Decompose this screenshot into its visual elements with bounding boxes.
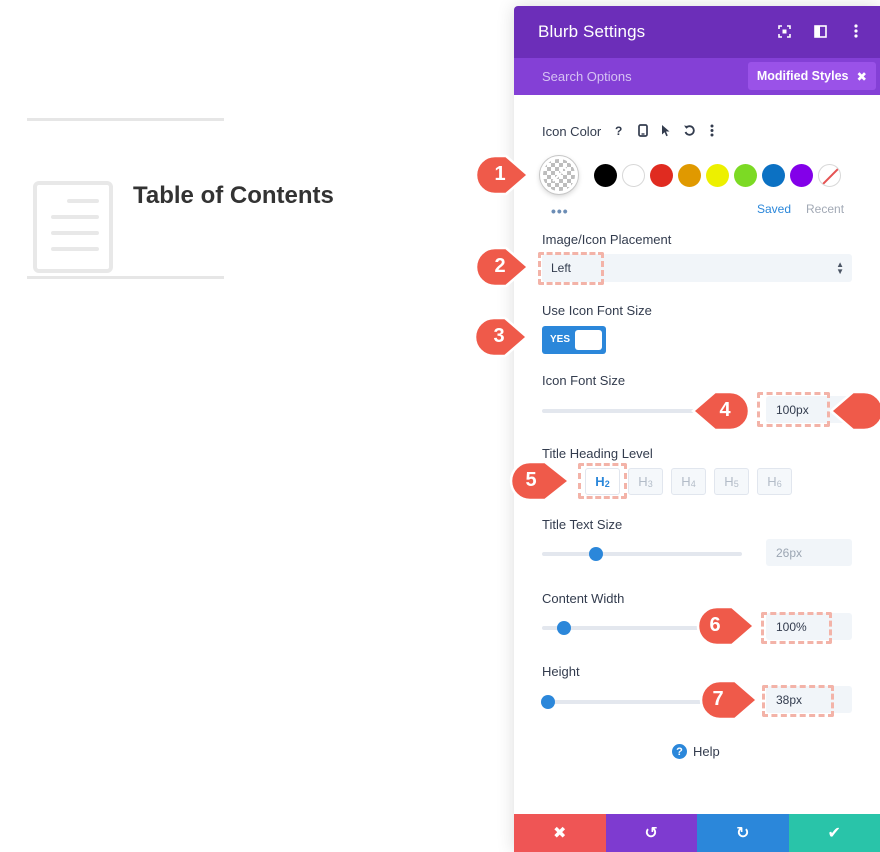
callout-number: 4 — [719, 399, 731, 421]
help-link[interactable]: ? Help — [672, 744, 720, 759]
use-icon-font-size-label: Use Icon Font Size — [542, 303, 652, 318]
hover-cursor-icon[interactable] — [659, 123, 673, 137]
more-options-icon[interactable] — [848, 23, 864, 39]
callout-6: 6 — [690, 603, 756, 649]
more-icon[interactable] — [705, 123, 719, 137]
close-icon: ✖ — [553, 825, 567, 842]
title-text-size-input[interactable]: 26px — [766, 539, 852, 566]
title-text-size-slider[interactable] — [542, 547, 742, 561]
color-swatch[interactable] — [762, 164, 785, 187]
placement-label: Image/Icon Placement — [542, 232, 672, 247]
modified-styles-button[interactable]: Modified Styles ✖ — [747, 62, 876, 90]
highlight-height — [762, 685, 834, 717]
help-circle-icon: ? — [672, 744, 687, 759]
reset-icon[interactable] — [682, 123, 696, 137]
panel-header: Blurb Settings — [514, 6, 880, 58]
color-swatch[interactable] — [622, 164, 645, 187]
slider-thumb[interactable] — [589, 547, 603, 561]
heading-level-h3-button[interactable]: H3 — [628, 468, 663, 495]
icon-font-size-label: Icon Font Size — [542, 373, 626, 388]
blurb-title: Table of Contents — [133, 182, 334, 209]
callout-2: 2 — [472, 244, 532, 290]
saved-colors-tab[interactable]: Saved — [757, 202, 791, 216]
color-swatch[interactable] — [790, 164, 813, 187]
callout-number: 7 — [712, 688, 724, 710]
color-swatch[interactable] — [706, 164, 729, 187]
callout-4-badge: 4 — [689, 388, 751, 434]
more-colors-icon[interactable]: ••• — [551, 203, 569, 219]
redo-icon: ↻ — [736, 825, 750, 842]
slider-thumb[interactable] — [541, 695, 555, 709]
divider-bottom — [27, 276, 224, 279]
select-arrows-icon: ▲ ▼ — [836, 260, 844, 276]
panel-title: Blurb Settings — [538, 22, 646, 41]
close-icon[interactable]: ✖ — [857, 69, 867, 84]
search-input[interactable]: Search Options — [542, 69, 632, 84]
modified-styles-label: Modified Styles — [756, 69, 849, 83]
heading-level-h6-button[interactable]: H6 — [757, 468, 792, 495]
save-button[interactable]: ✔ — [788, 814, 880, 852]
toggle-label: YES — [550, 334, 571, 345]
panel-footer: ✖ ↺ ↻ ✔ — [514, 814, 880, 852]
no-color-swatch[interactable] — [818, 164, 841, 187]
color-swatch[interactable] — [650, 164, 673, 187]
heading-level-h5-button[interactable]: H5 — [714, 468, 749, 495]
color-swatch[interactable] — [734, 164, 757, 187]
color-swatches — [594, 164, 841, 187]
eyedropper-icon — [552, 166, 568, 182]
color-swatch[interactable] — [594, 164, 617, 187]
mobile-icon[interactable] — [636, 123, 650, 137]
checkmark-icon: ✔ — [827, 825, 841, 842]
heading-level-h4-button[interactable]: H4 — [671, 468, 706, 495]
help-label: Help — [693, 744, 720, 759]
callout-1: 1 — [472, 152, 532, 198]
highlight-placement — [538, 252, 604, 285]
split-view-icon[interactable] — [812, 23, 828, 39]
document-icon — [33, 181, 113, 273]
slider-thumb[interactable] — [557, 621, 571, 635]
fullscreen-icon[interactable] — [776, 23, 792, 39]
current-color-swatch[interactable] — [540, 156, 578, 194]
callout-number: 5 — [525, 469, 537, 491]
svg-text:?: ? — [615, 124, 622, 137]
color-swatch[interactable] — [678, 164, 701, 187]
callout-number: 6 — [709, 614, 721, 636]
cancel-button[interactable]: ✖ — [514, 814, 606, 852]
undo-button[interactable]: ↺ — [605, 814, 697, 852]
undo-icon: ↺ — [644, 825, 658, 842]
content-width-label: Content Width — [542, 591, 625, 606]
redo-button[interactable]: ↻ — [697, 814, 789, 852]
callout-3: 3 — [471, 314, 531, 360]
title-text-size-value: 26px — [776, 546, 803, 560]
toggle-knob — [575, 330, 602, 350]
icon-color-label: Icon Color — [542, 124, 602, 139]
callout-7: 7 — [693, 677, 759, 723]
title-text-size-label: Title Text Size — [542, 517, 623, 532]
divider-top — [27, 118, 224, 121]
callout-number: 2 — [494, 255, 506, 277]
callout-4 — [757, 388, 880, 434]
recent-colors-tab[interactable]: Recent — [806, 202, 844, 216]
use-icon-font-size-toggle[interactable]: YES — [542, 326, 606, 354]
highlight-content-width — [761, 612, 832, 644]
search-bar: Search Options Modified Styles ✖ — [514, 58, 880, 95]
callout-number: 1 — [494, 163, 506, 185]
height-label: Height — [542, 664, 580, 679]
callout-5: 5 — [507, 458, 572, 504]
callout-number: 3 — [493, 325, 505, 347]
help-icon[interactable]: ? — [613, 123, 627, 137]
highlight-heading-level — [578, 463, 627, 499]
